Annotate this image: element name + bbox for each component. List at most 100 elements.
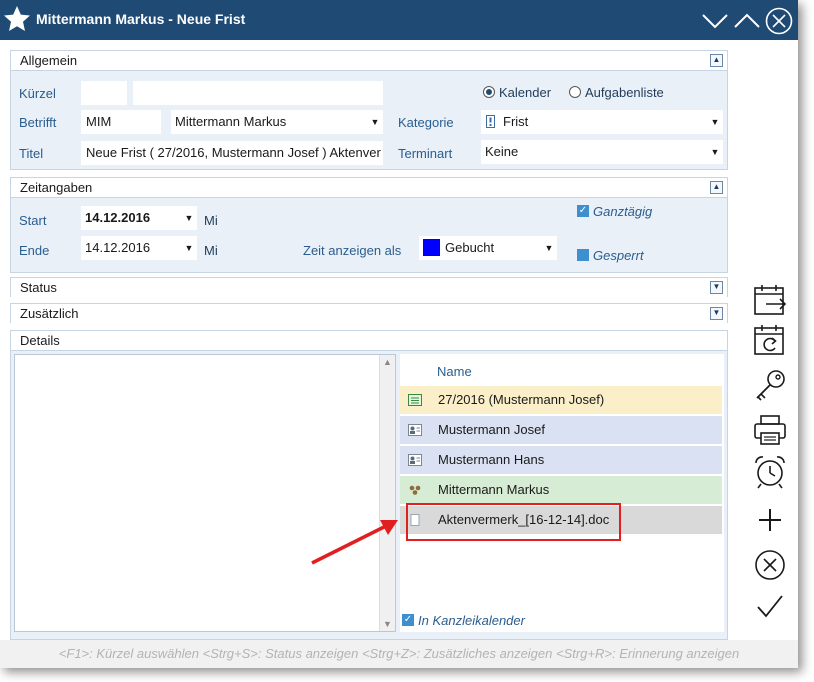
contact-card-icon — [408, 454, 422, 466]
ganztaegig-label: Ganztägig — [593, 204, 653, 219]
section-allgemein: Allgemein ▲ Kürzel Betrifft MIM Mitterma… — [10, 50, 728, 170]
ganztaegig-checkbox[interactable]: ✓ — [577, 205, 589, 217]
list-item[interactable]: Mittermann Markus — [400, 476, 722, 504]
start-label: Start — [19, 213, 47, 228]
checkmark-icon[interactable] — [752, 588, 788, 624]
plus-icon[interactable] — [752, 502, 788, 538]
kuerzel-input[interactable] — [81, 81, 127, 105]
shortcut-hint-bar: <F1>: Kürzel auswählen <Strg+S>: Status … — [0, 640, 798, 668]
attachments-list: Name 27/2016 (Mustermann Josef) Musterma… — [400, 354, 724, 632]
ende-date-picker[interactable]: 14.12.2016 ▼ — [81, 236, 197, 260]
titel-input[interactable]: Neue Frist ( 27/2016, Mustermann Josef )… — [81, 141, 383, 165]
list-item[interactable]: Mustermann Hans — [400, 446, 722, 474]
dropdown-arrow-icon[interactable]: ▼ — [707, 140, 723, 164]
list-item-label: Mittermann Markus — [438, 482, 550, 497]
zeit-anzeigen-dropdown[interactable]: Gebucht ▼ — [419, 236, 557, 260]
radio-kalender[interactable] — [483, 86, 495, 98]
window-title: Mittermann Markus - Neue Frist — [36, 11, 246, 27]
status-color-swatch — [423, 239, 440, 256]
kanzleikalender-checkbox[interactable]: ✓ — [402, 614, 414, 626]
dropdown-arrow-icon[interactable]: ▼ — [181, 236, 197, 260]
user-group-icon — [409, 485, 421, 495]
list-column-header[interactable]: Name — [400, 358, 722, 386]
action-sidebar — [738, 40, 798, 638]
betrifft-label: Betrifft — [19, 115, 57, 130]
dropdown-arrow-icon[interactable]: ▼ — [707, 110, 723, 134]
annotation-arrow-icon — [311, 520, 398, 565]
expand-down-icon[interactable]: ▼ — [710, 281, 723, 294]
ende-weekday: Mi — [204, 243, 218, 258]
scroll-up-icon[interactable]: ▲ — [380, 357, 395, 367]
betrifft-value: Mittermann Markus — [175, 114, 287, 129]
start-date-value: 14.12.2016 — [85, 210, 151, 225]
betrifft-dropdown[interactable]: Mittermann Markus ▼ — [171, 110, 383, 134]
terminart-label: Terminart — [398, 146, 453, 161]
start-date-picker[interactable]: 14.12.2016 ▼ — [81, 206, 197, 230]
zeit-anzeigen-label: Zeit anzeigen als — [303, 243, 402, 258]
titel-label: Titel — [19, 146, 44, 161]
betrifft-code-input[interactable]: MIM — [81, 110, 161, 134]
dropdown-arrow-icon[interactable]: ▼ — [541, 236, 557, 260]
list-item[interactable]: 27/2016 (Mustermann Josef) — [400, 386, 722, 414]
key-icon[interactable] — [752, 368, 788, 404]
section-title: Zusätzlich — [20, 306, 79, 321]
section-header-zeitangaben[interactable]: Zeitangaben ▲ — [11, 178, 727, 198]
kuerzel-label: Kürzel — [19, 86, 56, 101]
list-item[interactable]: Mustermann Josef — [400, 416, 722, 444]
ende-label: Ende — [19, 243, 50, 258]
start-weekday: Mi — [204, 213, 218, 228]
section-header-zusaetzlich[interactable]: Zusätzlich ▼ — [11, 304, 727, 324]
calendar-move-icon[interactable] — [752, 282, 788, 318]
kategorie-value: Frist — [503, 114, 529, 129]
list-item-label: Mustermann Josef — [438, 422, 545, 437]
title-bar: Mittermann Markus - Neue Frist — [0, 0, 798, 40]
kategorie-dropdown[interactable]: Frist ▼ — [481, 110, 723, 134]
kategorie-label: Kategorie — [398, 115, 454, 130]
collapse-up-icon[interactable]: ▲ — [710, 54, 723, 67]
dropdown-arrow-icon[interactable]: ▼ — [181, 206, 197, 230]
section-status: Status ▼ — [10, 277, 728, 298]
radio-aufgabenliste-label: Aufgabenliste — [585, 85, 664, 100]
section-title: Zeitangaben — [20, 180, 93, 195]
scroll-down-icon[interactable]: ▼ — [380, 619, 395, 629]
radio-kalender-label: Kalender — [499, 85, 552, 100]
zeit-anzeigen-value: Gebucht — [445, 240, 495, 255]
ende-date-value: 14.12.2016 — [85, 240, 151, 255]
column-name-label: Name — [437, 364, 472, 379]
file-record-icon — [408, 394, 422, 406]
contact-card-icon — [408, 424, 422, 436]
list-item-label: 27/2016 (Mustermann Josef) — [438, 392, 605, 407]
highlight-box — [406, 503, 621, 541]
section-zusaetzlich: Zusätzlich ▼ — [10, 303, 728, 324]
chevron-up-icon[interactable] — [732, 7, 762, 35]
section-title: Allgemein — [20, 53, 78, 68]
list-item-label: Mustermann Hans — [438, 452, 545, 467]
terminart-dropdown[interactable]: Keine ▼ — [481, 140, 723, 164]
cancel-icon[interactable] — [752, 547, 788, 583]
dropdown-arrow-icon[interactable]: ▼ — [367, 110, 383, 134]
expand-down-icon[interactable]: ▼ — [710, 307, 723, 320]
gesperrt-checkbox[interactable] — [577, 249, 589, 261]
close-icon[interactable] — [764, 7, 794, 35]
terminart-value: Keine — [485, 144, 519, 159]
section-title: Status — [20, 280, 57, 295]
alarm-clock-icon[interactable] — [752, 454, 788, 490]
chevron-down-icon[interactable] — [700, 7, 730, 35]
section-zeitangaben: Zeitangaben ▲ Start 14.12.2016 ▼ Mi Ende… — [10, 177, 728, 273]
printer-icon[interactable] — [752, 412, 788, 448]
section-header-status[interactable]: Status ▼ — [11, 278, 727, 298]
star-icon — [4, 6, 30, 31]
kuerzel-name-input[interactable] — [133, 81, 383, 105]
details-scrollbar[interactable]: ▲ ▼ — [379, 355, 395, 631]
section-header-allgemein[interactable]: Allgemein ▲ — [11, 51, 727, 71]
radio-aufgabenliste[interactable] — [569, 86, 581, 98]
gesperrt-label: Gesperrt — [593, 248, 644, 263]
calendar-repeat-icon[interactable] — [752, 322, 788, 358]
exclamation-icon — [486, 115, 495, 128]
collapse-up-icon[interactable]: ▲ — [710, 181, 723, 194]
section-title: Details — [20, 333, 60, 348]
kanzleikalender-label: In Kanzleikalender — [418, 613, 525, 628]
dialog-window: Mittermann Markus - Neue Frist Allgemein… — [0, 0, 798, 668]
section-header-details: Details — [11, 331, 727, 351]
details-textarea[interactable]: ▲ ▼ — [14, 354, 396, 632]
